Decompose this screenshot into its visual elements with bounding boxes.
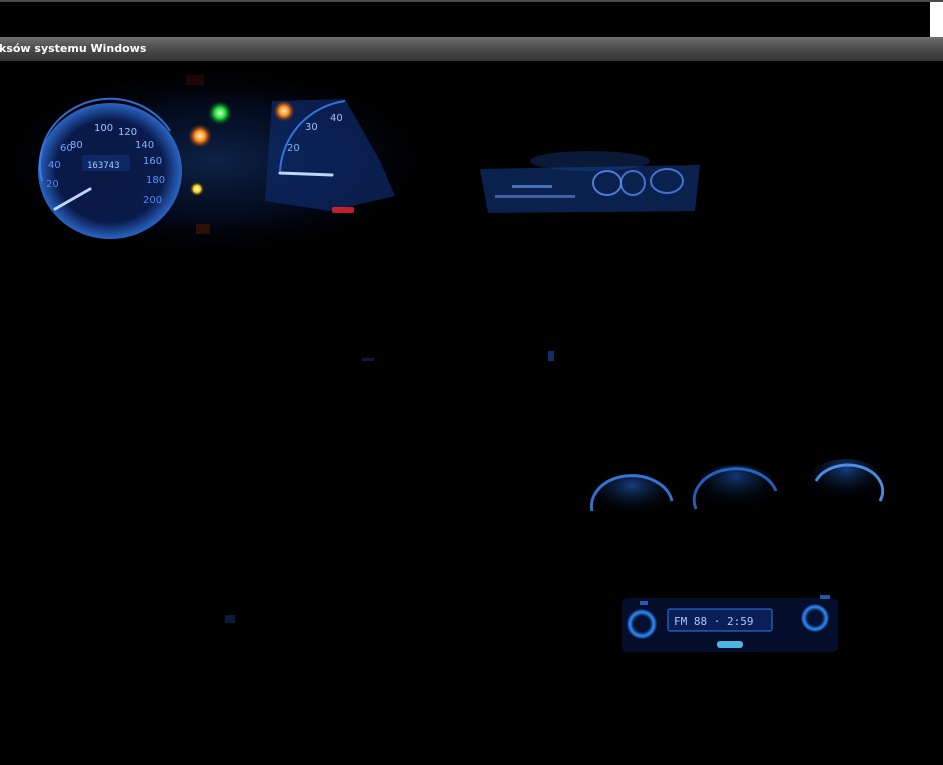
green-indicator xyxy=(208,101,232,125)
speed-tick: 180 xyxy=(146,175,165,186)
speed-tick: 140 xyxy=(135,140,154,151)
speed-tick: 100 xyxy=(94,123,113,134)
red-indicator xyxy=(332,207,354,213)
top-divider xyxy=(0,0,943,2)
rpm-tick: 40 xyxy=(330,113,343,124)
window-title-bar[interactable]: ksów systemu Windows xyxy=(0,37,943,61)
air-vents xyxy=(588,459,886,527)
orange-indicator-right xyxy=(273,100,295,122)
speedometer: 80 100 120 140 160 180 200 60 40 20 1637… xyxy=(38,97,182,239)
speed-tick: 160 xyxy=(143,156,162,167)
center-info-display xyxy=(480,151,700,213)
orange-indicator-left xyxy=(188,124,212,148)
speed-tick: 200 xyxy=(143,195,162,206)
radio-head-unit: FM 88 · 2:59 xyxy=(622,595,838,652)
yellow-indicator xyxy=(190,182,204,196)
speed-tick: 60 xyxy=(60,143,73,154)
rpm-needle xyxy=(278,171,334,177)
window-edge xyxy=(930,2,943,37)
dashboard-photo: 80 100 120 140 160 180 200 60 40 20 1637… xyxy=(0,66,886,652)
radio-display-text: FM 88 · 2:59 xyxy=(674,615,753,628)
radio-eject-light xyxy=(717,641,743,648)
top-bar xyxy=(0,0,943,37)
window-title: ksów systemu Windows xyxy=(0,42,147,55)
speed-tick: 120 xyxy=(118,127,137,138)
speed-tick: 20 xyxy=(46,179,59,190)
rpm-tick: 20 xyxy=(287,143,300,154)
image-viewer[interactable]: 80 100 120 140 160 180 200 60 40 20 1637… xyxy=(0,61,943,765)
speed-tick: 40 xyxy=(48,160,61,171)
rpm-tick: 30 xyxy=(305,122,318,133)
odometer-readout: 163743 xyxy=(87,161,120,171)
